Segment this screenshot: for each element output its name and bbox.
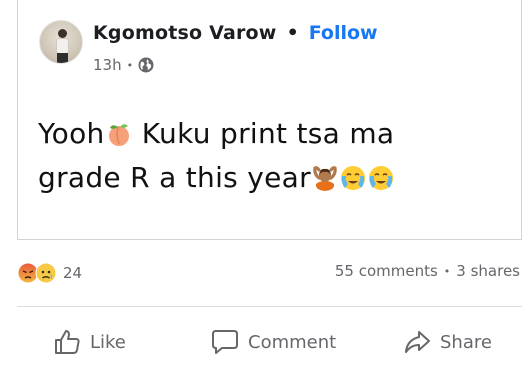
- share-label: Share: [440, 331, 492, 353]
- peach-emoji: [108, 124, 129, 146]
- share-arrow-icon: [405, 331, 430, 353]
- comment-label: Comment: [248, 331, 337, 353]
- post-text-yooh: Yooh: [38, 117, 105, 150]
- globe-icon[interactable]: [138, 57, 154, 73]
- post-card: Kgomotso Varow • Follow 13h • Yooh Kuku …: [17, 0, 522, 240]
- action-bar: Like Comment Share: [0, 320, 528, 364]
- crying-face-emoji: [368, 166, 393, 190]
- avatar-figure-body: [56, 38, 69, 54]
- post-timestamp[interactable]: 13h: [93, 56, 122, 74]
- comment-icon: [212, 330, 238, 354]
- post-header: Kgomotso Varow • Follow: [93, 22, 378, 44]
- avatar-figure-legs: [57, 53, 68, 63]
- shares-count[interactable]: 3 shares: [456, 262, 520, 280]
- meta-separator: •: [126, 58, 134, 72]
- stats-separator: •: [443, 264, 451, 278]
- post-text-line-2: grade R a this year: [38, 156, 508, 200]
- reaction-count: 24: [63, 264, 83, 282]
- author-name[interactable]: Kgomotso Varow: [93, 22, 277, 44]
- divider: [17, 306, 522, 307]
- avatar-figure-head: [58, 29, 67, 38]
- post-meta: 13h •: [93, 56, 154, 74]
- like-button[interactable]: Like: [52, 320, 126, 364]
- comment-button[interactable]: Comment: [210, 320, 336, 364]
- reaction-summary[interactable]: 24: [17, 262, 82, 284]
- post-text-line-1: Yooh Kuku print tsa ma: [38, 112, 508, 156]
- post-text: Yooh Kuku print tsa ma grade R a this ye…: [38, 112, 508, 200]
- person-raising-hands-emoji: [313, 166, 337, 191]
- post-text-rest: Kuku print tsa ma: [132, 117, 395, 150]
- sad-reaction-icon: [35, 262, 57, 284]
- like-label: Like: [90, 331, 126, 353]
- avatar[interactable]: [39, 20, 83, 64]
- thumbs-up-icon: [55, 330, 80, 354]
- comments-count[interactable]: 55 comments: [335, 262, 438, 280]
- post-text-grade: grade R a this year: [38, 161, 311, 194]
- engagement-stats: 55 comments • 3 shares: [335, 262, 520, 280]
- follow-button[interactable]: Follow: [309, 22, 378, 44]
- share-button[interactable]: Share: [402, 320, 492, 364]
- crying-face-emoji: [340, 166, 365, 190]
- header-separator: •: [286, 22, 299, 44]
